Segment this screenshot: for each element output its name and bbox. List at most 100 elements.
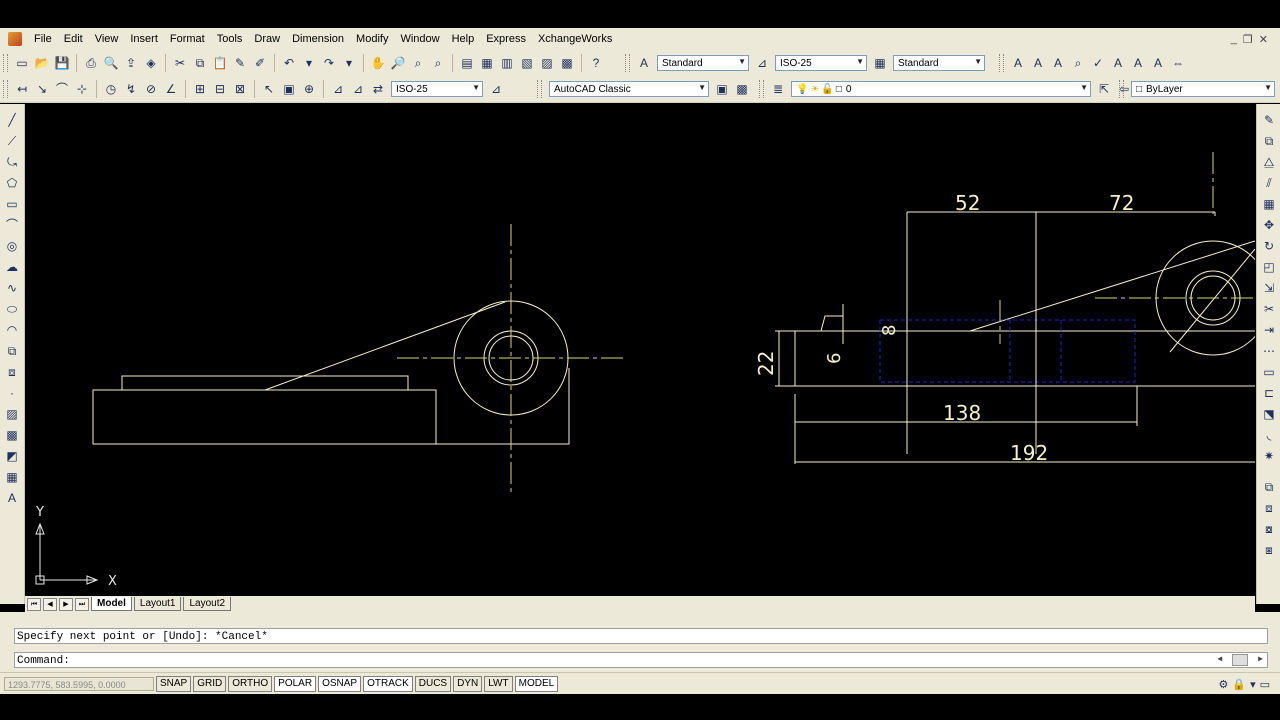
continue-dimension-icon[interactable]: ⊠ — [232, 81, 248, 97]
coordinate-readout[interactable]: 1293.7775, 583.5995, 0.0000 — [4, 677, 154, 691]
tab-layout1[interactable]: Layout1 — [133, 597, 182, 611]
erase-icon[interactable]: ✎ — [1261, 112, 1277, 128]
mirror-icon[interactable]: ⧋ — [1261, 154, 1277, 170]
cut-icon[interactable]: ✂ — [172, 55, 188, 71]
polygon-icon[interactable]: ⬠ — [4, 175, 20, 191]
publish-icon[interactable]: ⇪ — [123, 55, 139, 71]
draw-order-icon[interactable]: ⧉ — [1261, 479, 1277, 495]
jogged-dimension-icon[interactable]: ↯ — [123, 81, 139, 97]
clean-screen-icon[interactable]: ▭ — [1260, 678, 1270, 691]
construction-line-icon[interactable]: ⟋ — [4, 133, 20, 149]
last-tab-icon[interactable]: ⏭ — [75, 597, 89, 611]
scale-icon[interactable]: ◰ — [1261, 259, 1277, 275]
point-icon[interactable]: · — [4, 385, 20, 401]
convert-space-icon[interactable]: ⇔ — [1170, 55, 1186, 71]
tool-palettes-icon[interactable]: ▥ — [499, 55, 515, 71]
layer-select[interactable]: 💡 ☀ 🔓 □ 0 ▼ — [791, 81, 1091, 97]
status-menu-icon[interactable]: ▾ — [1250, 678, 1256, 691]
3d-dwf-icon[interactable]: ◈ — [143, 55, 159, 71]
dimension-style-manager-icon[interactable]: ⊿ — [488, 81, 504, 97]
array-icon[interactable]: ▦ — [1261, 196, 1277, 212]
spline-icon[interactable]: ∿ — [4, 280, 20, 296]
table-style-select[interactable]: Standard ▼ — [893, 55, 985, 71]
radius-dimension-icon[interactable]: ◷ — [103, 81, 119, 97]
menu-format[interactable]: Format — [164, 28, 211, 50]
color-control-select[interactable]: □ ByLayer ▼ — [1131, 81, 1275, 97]
sheet-set-icon[interactable]: ▧ — [519, 55, 535, 71]
open-file-icon[interactable]: 📂 — [34, 55, 50, 71]
dimension-edit-icon[interactable]: ⊿ — [330, 81, 346, 97]
baseline-dimension-icon[interactable]: ⊟ — [212, 81, 228, 97]
command-input[interactable]: Command: ◀ ▶ — [14, 652, 1268, 668]
menu-help[interactable]: Help — [446, 28, 481, 50]
send-to-back-icon[interactable]: ⧇ — [1261, 521, 1277, 537]
bring-above-icon[interactable]: ⧆ — [1261, 542, 1277, 558]
prev-tab-icon[interactable]: ◀ — [43, 597, 57, 611]
diameter-dimension-icon[interactable]: ⊘ — [143, 81, 159, 97]
markup-icon[interactable]: ▨ — [539, 55, 555, 71]
extend-icon[interactable]: ⇥ — [1261, 322, 1277, 338]
command-scroll[interactable]: ◀ ▶ — [1203, 653, 1263, 667]
undo-dropdown-icon[interactable]: ▾ — [301, 55, 317, 71]
dyn-toggle[interactable]: DYN — [453, 676, 483, 692]
scroll-thumb[interactable] — [1232, 654, 1249, 666]
calculator-icon[interactable]: ▩ — [559, 55, 575, 71]
fillet-icon[interactable]: ◟ — [1261, 427, 1277, 443]
menu-draw[interactable]: Draw — [248, 28, 286, 50]
line-icon[interactable]: ╱ — [4, 112, 20, 128]
ducs-toggle[interactable]: DUCS — [414, 676, 452, 692]
dimension-text-edit-icon[interactable]: ⊿ — [350, 81, 366, 97]
arc-length-icon[interactable]: ⌒ — [54, 81, 70, 97]
undo-icon[interactable]: ↶ — [281, 55, 297, 71]
communication-center-icon[interactable]: ⚙ — [1218, 678, 1228, 691]
break-icon[interactable]: ▭ — [1261, 364, 1277, 380]
print-preview-icon[interactable]: 🔍 — [103, 55, 119, 71]
revision-cloud-icon[interactable]: ☁ — [4, 259, 20, 275]
tolerance-icon[interactable]: ▣ — [281, 81, 297, 97]
scale-text-icon[interactable]: A — [1130, 55, 1146, 71]
linear-dimension-icon[interactable]: ↤ — [14, 81, 30, 97]
region-icon[interactable]: ◩ — [4, 448, 20, 464]
center-mark-icon[interactable]: ⊕ — [301, 81, 317, 97]
scroll-right-icon[interactable]: ▶ — [1258, 652, 1263, 668]
new-file-icon[interactable]: ▭ — [14, 55, 30, 71]
trim-icon[interactable]: ✂ — [1261, 301, 1277, 317]
chamfer-icon[interactable]: ⬔ — [1261, 406, 1277, 422]
help-icon[interactable]: ? — [588, 55, 604, 71]
menu-express[interactable]: Express — [480, 28, 532, 50]
table-style-icon[interactable]: ▦ — [872, 55, 888, 71]
ortho-toggle[interactable]: ORTHO — [228, 676, 273, 692]
toolbar-grip[interactable] — [999, 54, 1004, 72]
single-line-text-icon[interactable]: A — [1030, 55, 1046, 71]
bring-to-front-icon[interactable]: ⧈ — [1261, 500, 1277, 516]
tab-layout2[interactable]: Layout2 — [183, 597, 232, 611]
layer-properties-icon[interactable]: ≣ — [770, 81, 786, 97]
redo-dropdown-icon[interactable]: ▾ — [341, 55, 357, 71]
menu-view[interactable]: View — [89, 28, 125, 50]
quick-leader-icon[interactable]: ↖ — [261, 81, 277, 97]
quick-dimension-icon[interactable]: ⊞ — [192, 81, 208, 97]
toolbar-grip[interactable] — [1119, 80, 1124, 98]
menu-xchangeworks[interactable]: XchangeWorks — [532, 28, 618, 50]
properties-icon[interactable]: ▤ — [459, 55, 475, 71]
copy-object-icon[interactable]: ⧉ — [1261, 133, 1277, 149]
justify-text-icon[interactable]: A — [1150, 55, 1166, 71]
stretch-icon[interactable]: ⇲ — [1261, 280, 1277, 296]
workspace-settings-icon[interactable]: ▣ — [714, 81, 730, 97]
angular-dimension-icon[interactable]: ∠ — [163, 81, 179, 97]
break-at-point-icon[interactable]: ⋯ — [1261, 343, 1277, 359]
zoom-previous-icon[interactable]: ⌕ — [430, 55, 446, 71]
osnap-toggle[interactable]: OSNAP — [318, 676, 362, 692]
drawing-canvas[interactable]: 52 72 22 6 8 138 192 Y X — [25, 104, 1271, 596]
tab-model[interactable]: Model — [91, 597, 132, 611]
toolbar-grip[interactable] — [537, 80, 542, 98]
dimension-update-icon[interactable]: ⇄ — [370, 81, 386, 97]
gradient-icon[interactable]: ▩ — [4, 427, 20, 443]
save-icon[interactable]: 💾 — [54, 55, 70, 71]
zoom-window-icon[interactable]: ⌕ — [410, 55, 426, 71]
menu-dimension[interactable]: Dimension — [286, 28, 350, 50]
explode-icon[interactable]: ✷ — [1261, 448, 1277, 464]
print-icon[interactable]: ⎙ — [83, 55, 99, 71]
first-tab-icon[interactable]: ⏮ — [27, 597, 41, 611]
minimize-icon[interactable]: _ — [1231, 33, 1237, 46]
